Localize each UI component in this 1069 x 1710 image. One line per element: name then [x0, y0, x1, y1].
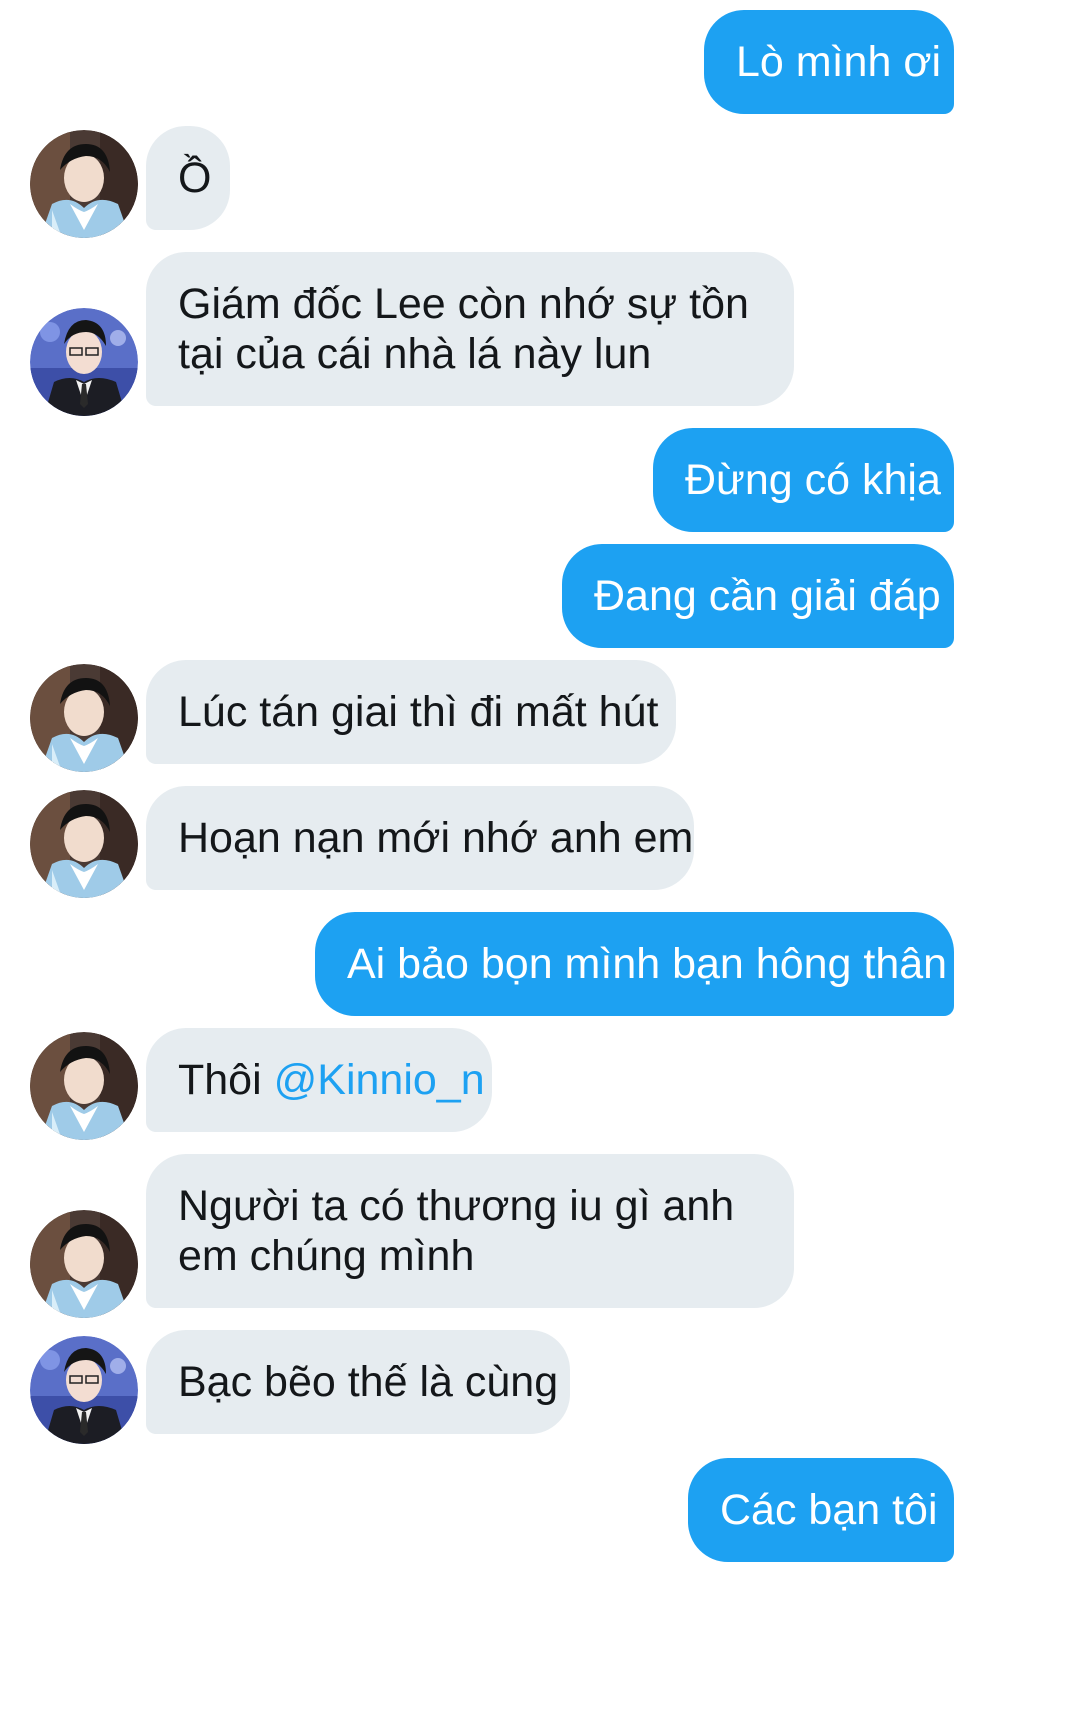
message-text: Giám đốc Lee còn nhớ sự tồn tại của cái … [178, 280, 749, 378]
avatar-suit-icon [30, 1336, 138, 1444]
message-text: Hoạn nạn mới nhớ anh em [178, 814, 694, 862]
message-bubble[interactable]: Đừng có khịa [653, 428, 954, 532]
message-bubble[interactable]: Lúc tán giai thì đi mất hút [146, 660, 676, 764]
user-mention-link[interactable]: @Kinnio_n [274, 1056, 485, 1104]
message-text: Các bạn tôi [720, 1486, 938, 1534]
avatar-hanbok-icon [30, 1032, 138, 1140]
message-bubble[interactable]: Lò mình ơi [704, 10, 954, 114]
message-bubble[interactable]: Các bạn tôi [688, 1458, 954, 1562]
avatar[interactable] [30, 1210, 138, 1318]
avatar-hanbok-icon [30, 790, 138, 898]
message-bubble[interactable]: Đang cần giải đáp [562, 544, 954, 648]
message-text: Đang cần giải đáp [594, 572, 941, 620]
message-text: Ai bảo bọn mình bạn hông thân [347, 940, 948, 988]
message-text: Lúc tán giai thì đi mất hút [178, 688, 659, 736]
message-text: Lò mình ơi [736, 38, 942, 86]
message-bubble[interactable]: Ai bảo bọn mình bạn hông thân [315, 912, 954, 1016]
avatar-suit-icon [30, 308, 138, 416]
message-bubble[interactable]: Giám đốc Lee còn nhớ sự tồn tại của cái … [146, 252, 794, 406]
avatar[interactable] [30, 1336, 138, 1444]
message-text: Người ta có thương iu gì anh em chúng mì… [178, 1182, 735, 1280]
avatar[interactable] [30, 130, 138, 238]
message-text: Bạc bẽo thế là cùng [178, 1358, 559, 1406]
message-text: Đừng có khịa [685, 456, 941, 504]
message-bubble[interactable]: Thôi @Kinnio_n [146, 1028, 492, 1132]
avatar[interactable] [30, 308, 138, 416]
message-bubble[interactable]: Hoạn nạn mới nhớ anh em [146, 786, 694, 890]
message-bubble[interactable]: Ồ [146, 126, 230, 230]
avatar-hanbok-icon [30, 1210, 138, 1318]
avatar[interactable] [30, 790, 138, 898]
message-bubble[interactable]: Bạc bẽo thế là cùng [146, 1330, 570, 1434]
message-bubble[interactable]: Người ta có thương iu gì anh em chúng mì… [146, 1154, 794, 1308]
avatar[interactable] [30, 1032, 138, 1140]
avatar-hanbok-icon [30, 130, 138, 238]
avatar-hanbok-icon [30, 664, 138, 772]
message-text: Thôi [178, 1056, 274, 1104]
message-text: Ồ [178, 154, 212, 202]
avatar[interactable] [30, 664, 138, 772]
